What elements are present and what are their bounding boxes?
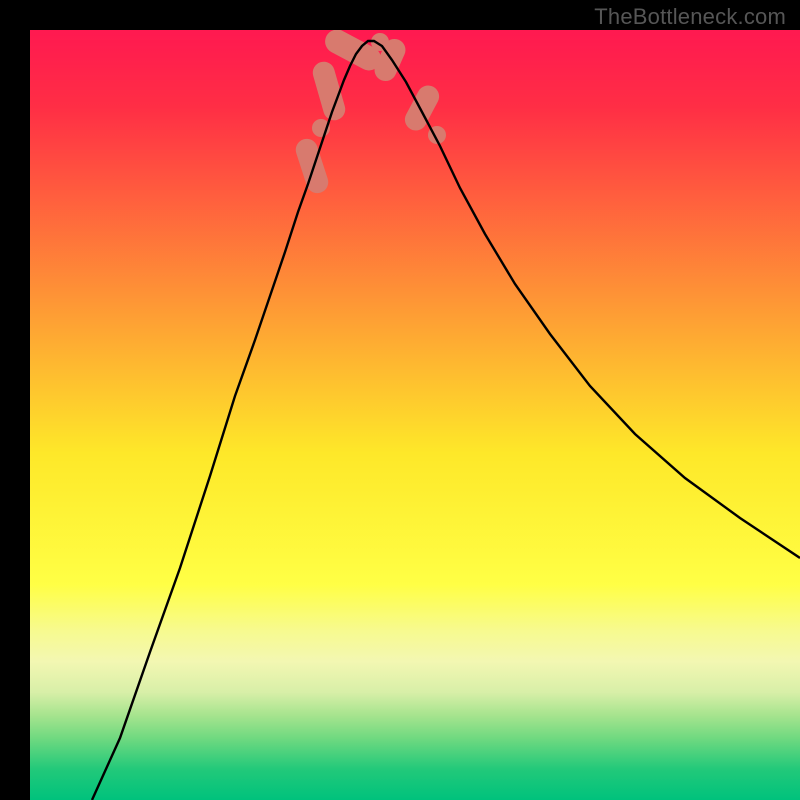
gradient-background xyxy=(30,30,800,800)
watermark-text: TheBottleneck.com xyxy=(594,4,786,30)
bottleneck-chart xyxy=(0,0,800,800)
chart-frame: { "watermark": "TheBottleneck.com", "cha… xyxy=(0,0,800,800)
